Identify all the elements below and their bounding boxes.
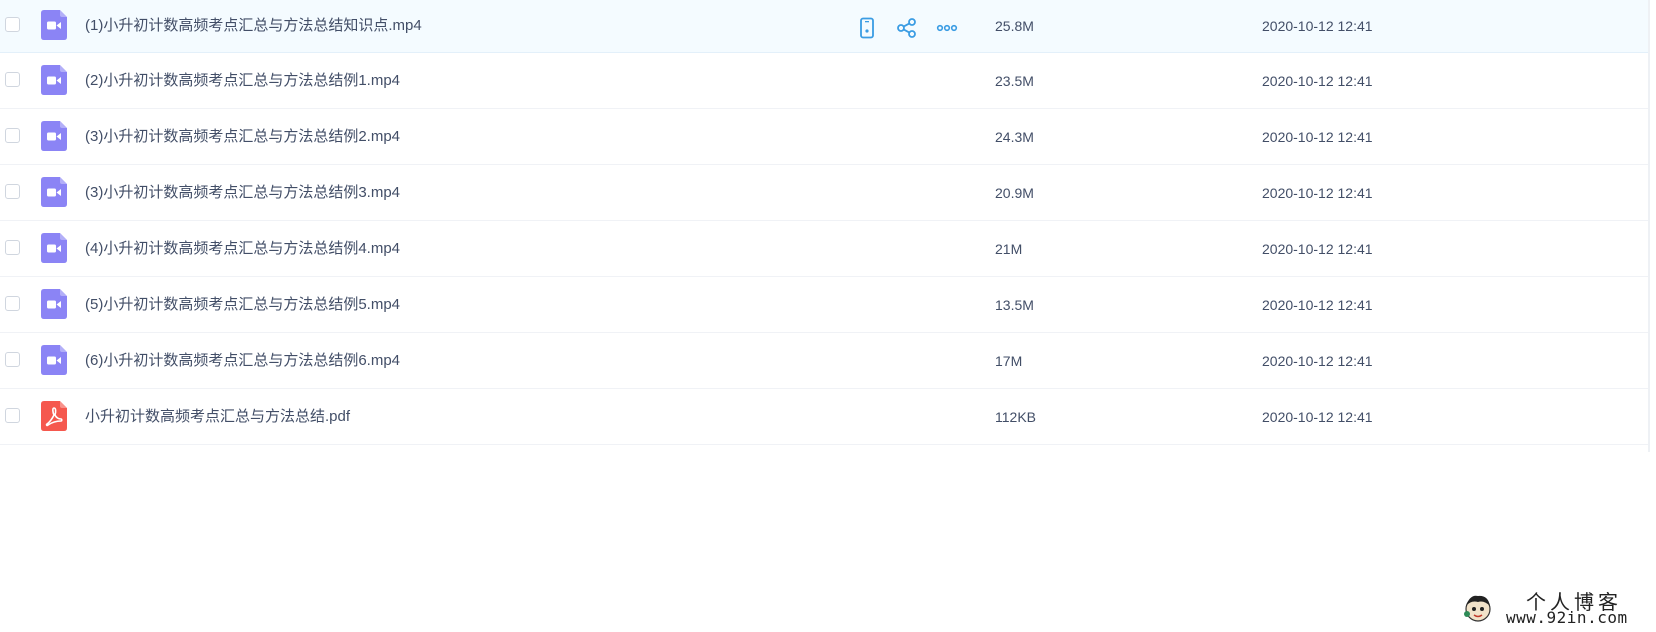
scrollbar-track[interactable] xyxy=(1648,0,1650,452)
video-file-icon xyxy=(41,232,67,263)
file-size: 112KB xyxy=(995,408,1036,425)
row-actions xyxy=(856,16,958,40)
file-row[interactable]: (6)小升初计数高频考点汇总与方法总结例6.mp4 17M 2020-10-12 1… xyxy=(0,333,1648,389)
phone-icon xyxy=(860,17,874,39)
file-date: 2020-10-12 12:41 xyxy=(1262,408,1373,425)
phone-button[interactable] xyxy=(856,17,878,39)
video-file-icon xyxy=(41,176,67,207)
file-name[interactable]: 小升初计数高频考点汇总与方法总结.pdf xyxy=(85,408,350,426)
row-checkbox[interactable] xyxy=(5,295,20,311)
row-checkbox[interactable] xyxy=(5,239,20,255)
file-date: 2020-10-12 12:41 xyxy=(1262,184,1373,201)
video-file-icon xyxy=(41,10,67,40)
file-row[interactable]: (4)小升初计数高频考点汇总与方法总结例4.mp4 21M 2020-10-12 1… xyxy=(0,221,1648,277)
pdf-file-icon xyxy=(41,400,67,431)
video-file-icon xyxy=(41,344,67,375)
file-size: 13.5M xyxy=(995,296,1034,313)
video-file-icon xyxy=(41,120,67,151)
row-checkbox[interactable] xyxy=(5,71,20,87)
file-size: 23.5M xyxy=(995,72,1034,89)
file-date: 2020-10-12 12:41 xyxy=(1262,352,1373,369)
file-name[interactable]: (3)小升初计数高频考点汇总与方法总结例2.mp4 xyxy=(85,128,400,146)
row-checkbox[interactable] xyxy=(5,127,20,143)
row-checkbox[interactable] xyxy=(5,407,20,423)
file-row[interactable]: 小升初计数高频考点汇总与方法总结.pdf 112KB 2020-10-12 12:4… xyxy=(0,389,1648,445)
share-button[interactable] xyxy=(896,17,918,39)
file-name[interactable]: (5)小升初计数高频考点汇总与方法总结例5.mp4 xyxy=(85,296,400,314)
watermark-url: www.92in.com xyxy=(1506,608,1628,627)
file-name[interactable]: (6)小升初计数高频考点汇总与方法总结例6.mp4 xyxy=(85,352,400,370)
file-size: 24.3M xyxy=(995,128,1034,145)
file-row[interactable]: (2)小升初计数高频考点汇总与方法总结例1.mp4 23.5M 2020-10-12… xyxy=(0,53,1648,109)
file-size: 20.9M xyxy=(995,184,1034,201)
file-name[interactable]: (3)小升初计数高频考点汇总与方法总结例3.mp4 xyxy=(85,184,400,202)
file-name[interactable]: (2)小升初计数高频考点汇总与方法总结例1.mp4 xyxy=(85,72,400,90)
file-size: 25.8M xyxy=(995,18,1034,34)
share-icon xyxy=(897,18,916,38)
file-date: 2020-10-12 12:41 xyxy=(1262,240,1373,257)
file-date: 2020-10-12 12:41 xyxy=(1262,72,1373,89)
file-row[interactable]: (1)小升初计数高频考点汇总与方法总结知识点.mp4 25.8M 2020-10-1… xyxy=(0,0,1648,53)
file-list: (1)小升初计数高频考点汇总与方法总结知识点.mp4 25.8M 2020-10-1… xyxy=(0,0,1648,445)
file-name[interactable]: (1)小升初计数高频考点汇总与方法总结知识点.mp4 xyxy=(85,17,422,35)
row-checkbox[interactable] xyxy=(5,183,20,199)
file-name[interactable]: (4)小升初计数高频考点汇总与方法总结例4.mp4 xyxy=(85,240,400,258)
video-file-icon xyxy=(41,288,67,319)
file-date: 2020-10-12 12:41 xyxy=(1262,18,1373,34)
more-button[interactable] xyxy=(936,17,958,39)
file-size: 21M xyxy=(995,240,1023,257)
file-row[interactable]: (3)小升初计数高频考点汇总与方法总结例3.mp4 20.9M 2020-10-12… xyxy=(0,165,1648,221)
file-size: 17M xyxy=(995,352,1023,369)
blog-avatar-icon xyxy=(1464,595,1491,622)
file-row[interactable]: (3)小升初计数高频考点汇总与方法总结例2.mp4 24.3M 2020-10-12… xyxy=(0,109,1648,165)
watermark: 个人博客 www.92in.com xyxy=(1462,586,1642,630)
row-checkbox[interactable] xyxy=(5,351,20,367)
file-date: 2020-10-12 12:41 xyxy=(1262,128,1373,145)
file-date: 2020-10-12 12:41 xyxy=(1262,296,1373,313)
more-icon xyxy=(936,24,958,32)
row-checkbox[interactable] xyxy=(5,17,20,32)
video-file-icon xyxy=(41,64,67,95)
file-row[interactable]: (5)小升初计数高频考点汇总与方法总结例5.mp4 13.5M 2020-10-12… xyxy=(0,277,1648,333)
